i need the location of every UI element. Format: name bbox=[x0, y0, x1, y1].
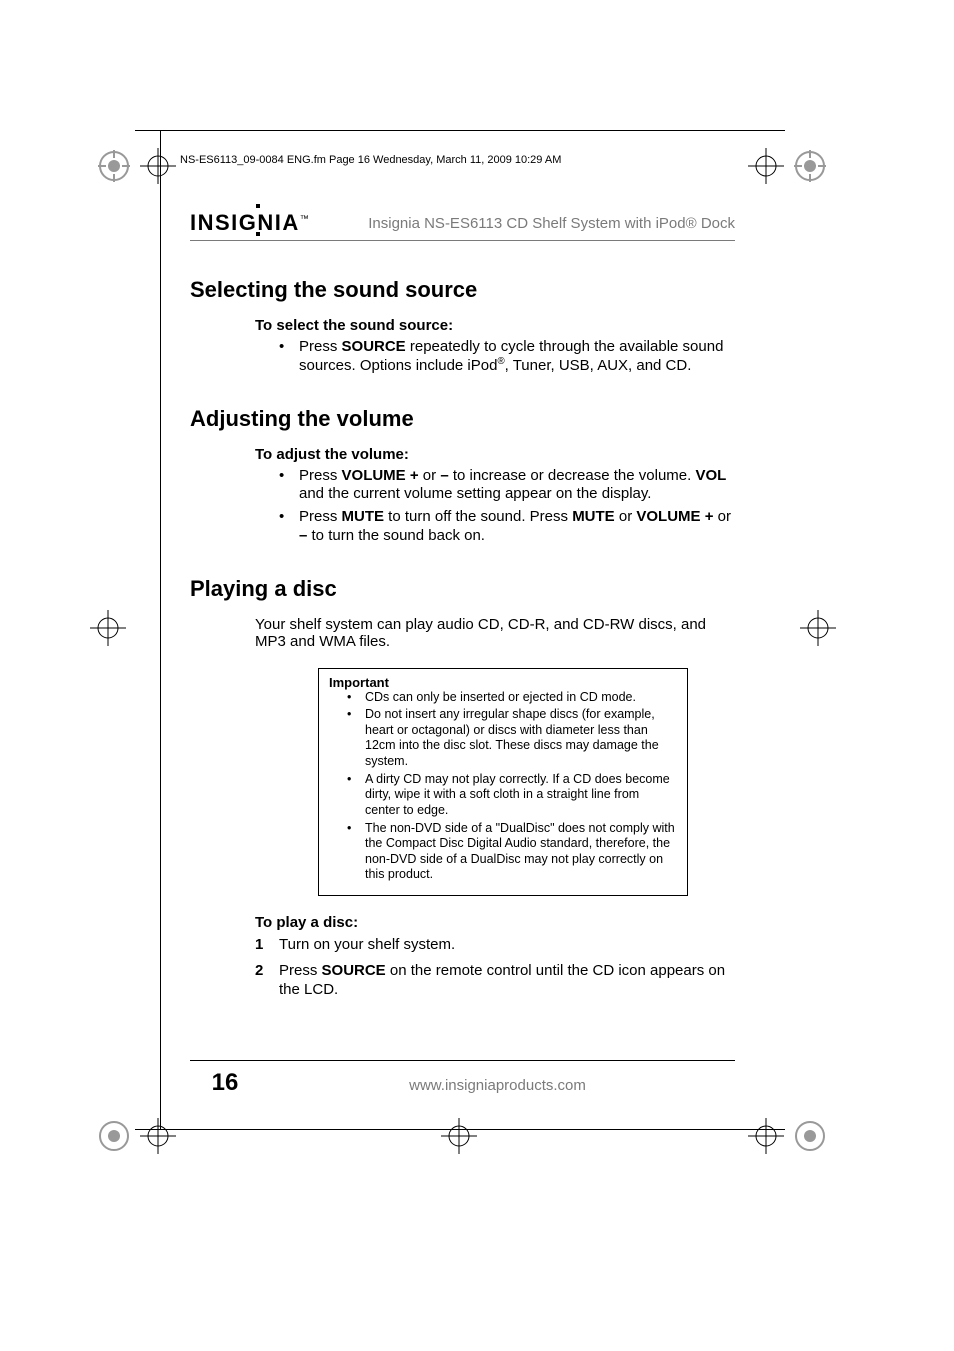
page-frame-left-line bbox=[160, 130, 161, 1130]
registration-mark-icon bbox=[96, 148, 132, 184]
bullet-list-sound-source: Press SOURCE repeatedly to cycle through… bbox=[275, 338, 735, 376]
logo-text: INSIGNIA bbox=[190, 210, 300, 235]
crosshair-icon bbox=[800, 610, 836, 646]
text: Press bbox=[299, 338, 342, 355]
footer-url: www.insigniaproducts.com bbox=[260, 1077, 735, 1094]
document-header: INSIGNIA™ Insignia NS-ES6113 CD Shelf Sy… bbox=[190, 210, 735, 241]
heading-volume: Adjusting the volume bbox=[190, 406, 735, 432]
subheading-adjust-volume: To adjust the volume: bbox=[190, 446, 735, 463]
page-footer: 16 www.insigniaproducts.com bbox=[190, 1060, 735, 1097]
heading-sound-source: Selecting the sound source bbox=[190, 277, 735, 303]
important-list: CDs can only be inserted or ejected in C… bbox=[347, 690, 677, 884]
step-item: 1 Turn on your shelf system. bbox=[255, 935, 735, 955]
important-label: Important bbox=[329, 675, 677, 690]
section-sound-source: Selecting the sound source To select the… bbox=[190, 277, 735, 376]
crosshair-icon bbox=[140, 148, 176, 184]
registered-symbol: ® bbox=[497, 356, 504, 367]
heading-disc: Playing a disc bbox=[190, 576, 735, 602]
text: Press bbox=[279, 962, 322, 979]
insignia-logo: INSIGNIA™ bbox=[190, 210, 309, 236]
step-text: Turn on your shelf system. bbox=[279, 936, 455, 953]
crosshair-icon bbox=[90, 610, 126, 646]
important-item: The non-DVD side of a "DualDisc" does no… bbox=[347, 821, 677, 884]
bold-text: SOURCE bbox=[342, 338, 406, 355]
step-item: 2 Press SOURCE on the remote control unt… bbox=[255, 961, 735, 1000]
page-number: 16 bbox=[190, 1069, 260, 1097]
section-volume: Adjusting the volume To adjust the volum… bbox=[190, 406, 735, 546]
step-number: 2 bbox=[255, 961, 263, 981]
subheading-play-disc: To play a disc: bbox=[190, 914, 735, 931]
disc-intro-text: Your shelf system can play audio CD, CD-… bbox=[190, 616, 735, 650]
step-number: 1 bbox=[255, 935, 263, 955]
crosshair-icon bbox=[748, 1118, 784, 1154]
crosshair-icon bbox=[140, 1118, 176, 1154]
important-item: Do not insert any irregular shape discs … bbox=[347, 707, 677, 770]
subheading-select-source: To select the sound source: bbox=[190, 317, 735, 334]
registration-mark-icon bbox=[792, 1118, 828, 1154]
frame-header-text: NS-ES6113_09-0084 ENG.fm Page 16 Wednesd… bbox=[180, 154, 561, 166]
bold-text: SOURCE bbox=[322, 962, 386, 979]
registration-mark-icon bbox=[96, 1118, 132, 1154]
important-item: CDs can only be inserted or ejected in C… bbox=[347, 690, 677, 706]
section-disc: Playing a disc Your shelf system can pla… bbox=[190, 576, 735, 1000]
crosshair-icon bbox=[441, 1118, 477, 1154]
numbered-steps: 1 Turn on your shelf system. 2 Press SOU… bbox=[255, 935, 735, 1000]
text: , Tuner, USB, AUX, and CD. bbox=[505, 357, 692, 374]
bullet-item: Press SOURCE repeatedly to cycle through… bbox=[275, 338, 735, 376]
bullet-list-volume: Press VOLUME + or – to increase or decre… bbox=[275, 467, 735, 546]
important-item: A dirty CD may not play correctly. If a … bbox=[347, 772, 677, 819]
crosshair-icon bbox=[748, 148, 784, 184]
document-subtitle: Insignia NS-ES6113 CD Shelf System with … bbox=[309, 215, 735, 232]
registration-mark-icon bbox=[792, 148, 828, 184]
page-content: INSIGNIA™ Insignia NS-ES6113 CD Shelf Sy… bbox=[190, 210, 735, 1030]
bullet-item: Press VOLUME + or – to increase or decre… bbox=[275, 467, 735, 505]
trademark-symbol: ™ bbox=[300, 214, 309, 224]
bullet-item: Press MUTE to turn off the sound. Press … bbox=[275, 508, 735, 546]
important-callout-box: Important CDs can only be inserted or ej… bbox=[318, 668, 688, 897]
